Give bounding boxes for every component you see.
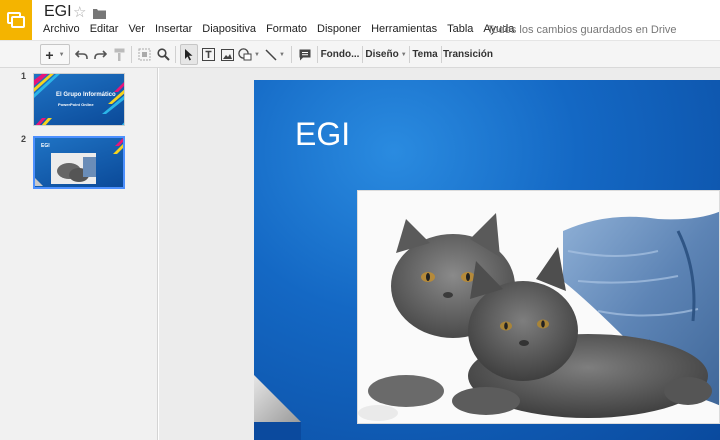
slide-decoration: [34, 74, 124, 125]
add-icon: +: [45, 46, 54, 63]
folder-icon[interactable]: [93, 6, 106, 24]
slide-thumbnail-2[interactable]: EGI: [33, 136, 125, 189]
chevron-down-icon: ▼: [279, 51, 285, 58]
undo-icon[interactable]: [73, 44, 89, 65]
background-button[interactable]: Fondo...: [320, 44, 360, 65]
chevron-down-icon: ▼: [254, 51, 260, 58]
new-slide-button[interactable]: + ▼: [40, 44, 70, 65]
save-status[interactable]: Todos los cambios guardados en Drive: [487, 24, 677, 36]
paint-format-icon[interactable]: [111, 44, 127, 65]
menu-bar: Archivo Editar Ver Insertar Diapositiva …: [43, 23, 524, 35]
slide-decoration: [254, 375, 301, 440]
theme-button[interactable]: Tema: [412, 44, 438, 65]
menu-tabla[interactable]: Tabla: [447, 23, 473, 35]
image-icon[interactable]: [219, 44, 236, 65]
menu-herramientas[interactable]: Herramientas: [371, 23, 437, 35]
chevron-down-icon: ▼: [58, 51, 65, 58]
slide-number: 1: [21, 71, 27, 81]
zoom-icon[interactable]: [155, 44, 171, 65]
menu-ver[interactable]: Ver: [128, 23, 145, 35]
shape-icon[interactable]: ▼: [238, 44, 260, 65]
comment-icon[interactable]: [296, 44, 313, 65]
header: EGI ☆ Archivo Editar Ver Insertar Diapos…: [0, 0, 720, 40]
theme-button-label: Tema: [412, 49, 438, 60]
menu-formato[interactable]: Formato: [266, 23, 307, 35]
zoom-fit-icon[interactable]: [136, 44, 152, 65]
slide-editor[interactable]: EGI: [254, 80, 720, 440]
filmstrip: 1 El Grupo Informático PowerPoint Online…: [0, 68, 158, 440]
menu-archivo[interactable]: Archivo: [43, 23, 80, 35]
layout-button-label: Diseño: [365, 49, 399, 60]
thumbnail-image: [51, 153, 96, 184]
line-icon[interactable]: ▼: [263, 44, 287, 65]
slide-number: 2: [21, 134, 27, 144]
menu-editar[interactable]: Editar: [90, 23, 119, 35]
menu-diapositiva[interactable]: Diapositiva: [202, 23, 256, 35]
cats-photo[interactable]: [357, 190, 720, 424]
slide-canvas[interactable]: EGI: [159, 68, 720, 440]
transition-button[interactable]: Transición: [443, 44, 494, 65]
slide-thumbnail-1[interactable]: El Grupo Informático PowerPoint Online: [33, 73, 125, 126]
layout-button[interactable]: Diseño ▼: [365, 44, 407, 65]
menu-disponer[interactable]: Disponer: [317, 23, 361, 35]
chevron-down-icon: ▼: [400, 51, 407, 58]
slide-title[interactable]: EGI: [295, 116, 350, 153]
background-button-label: Fondo...: [320, 49, 360, 60]
slides-logo-icon[interactable]: [0, 0, 32, 40]
redo-icon[interactable]: [92, 44, 108, 65]
thumbnail-subtitle: PowerPoint Online: [58, 102, 94, 107]
text-box-icon[interactable]: [200, 44, 217, 65]
star-icon[interactable]: ☆: [73, 3, 86, 21]
select-icon[interactable]: [180, 44, 198, 65]
thumbnail-title: El Grupo Informático: [56, 92, 116, 98]
document-title[interactable]: EGI: [44, 3, 72, 21]
toolbar: + ▼ ▼ ▼ Fondo... Diseño ▼ Tema Transició…: [0, 40, 720, 68]
cat-image: [358, 191, 719, 423]
menu-insertar[interactable]: Insertar: [155, 23, 192, 35]
transition-button-label: Transición: [443, 49, 494, 60]
